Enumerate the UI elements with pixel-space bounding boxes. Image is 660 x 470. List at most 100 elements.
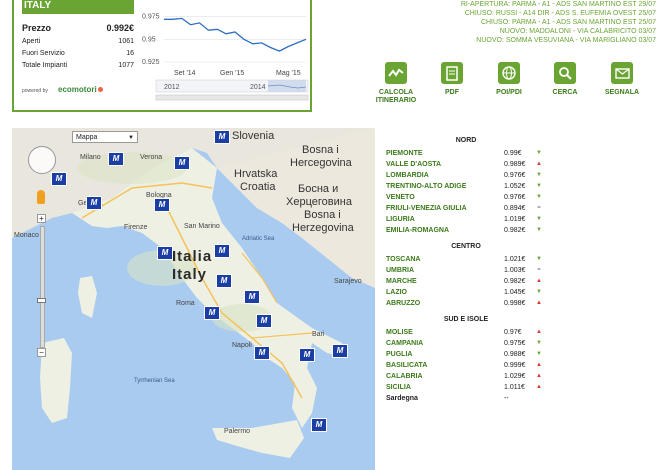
- station-marker[interactable]: M: [214, 130, 230, 144]
- price-row[interactable]: CAMPANIA 0.975€ ▼: [386, 338, 546, 349]
- ecomotori-logo[interactable]: ecomotori: [58, 85, 103, 94]
- price-chart[interactable]: 0.975 0.95 0.925 Set '14 Gen '15 Mag '15 201…: [140, 0, 310, 108]
- map-label: Херцеговина: [286, 196, 352, 208]
- pdf-icon: [441, 62, 463, 84]
- price-row[interactable]: TRENTINO-ALTO ADIGE 1.052€ ▼: [386, 181, 546, 192]
- region-name: BASILICATA: [386, 362, 428, 369]
- region-name: LIGURIA: [386, 216, 415, 223]
- map-label: Bosna i: [302, 144, 339, 156]
- region-price: 0.975€: [504, 340, 526, 347]
- station-marker[interactable]: M: [108, 152, 124, 166]
- price-row[interactable]: BASILICATA 0.999€ ▲: [386, 360, 546, 371]
- map-label: Herzegovina: [292, 222, 354, 234]
- notice-item[interactable]: RI-APERTURA: PARMA - A1 - ADS SAN MARTIN…: [386, 0, 656, 9]
- region-name: EMILIA-ROMAGNA: [386, 227, 449, 234]
- section-heading: NORD: [455, 137, 477, 144]
- price-row[interactable]: FRIULI-VENEZIA GIULIA 0.894€ =: [386, 203, 546, 214]
- price-row[interactable]: VALLE D'AOSTA 0.989€ ▲: [386, 159, 546, 170]
- action-label: CALCOLA ITINERARIO: [375, 89, 417, 104]
- notice-item[interactable]: CHIUSO: PARMA - A1 - ADS SAN MARTINO EST…: [386, 18, 656, 27]
- cerca-button[interactable]: CERCA: [535, 62, 595, 97]
- region-price: 1.003€: [504, 267, 526, 274]
- station-marker[interactable]: M: [204, 306, 220, 320]
- station-marker[interactable]: M: [299, 348, 315, 362]
- x-tick-label: Set '14: [174, 70, 196, 77]
- stat-value: 0.992€: [106, 23, 134, 33]
- zoom-out-button[interactable]: −: [37, 348, 46, 357]
- price-row[interactable]: Sardegna --: [386, 393, 546, 404]
- poi-pdi-button[interactable]: POI/PDI: [479, 62, 539, 97]
- route-icon: [385, 62, 407, 84]
- zoom-control: + −: [37, 214, 46, 360]
- chevron-down-icon: ▼: [128, 135, 134, 141]
- region-price: 0.894€: [504, 205, 526, 212]
- station-marker[interactable]: M: [332, 344, 348, 358]
- price-row[interactable]: PIEMONTE 0.99€ ▼: [386, 148, 546, 159]
- price-row[interactable]: ABRUZZO 0.998€ ▲: [386, 298, 546, 309]
- street-view-pegman-icon[interactable]: [37, 190, 45, 204]
- zoom-in-button[interactable]: +: [37, 214, 46, 223]
- notice-item[interactable]: NUOVO: MADDALONI - VIA CALABRICITO 03/07: [386, 27, 656, 36]
- envelope-icon: [611, 62, 633, 84]
- trend-up-icon: ▲: [536, 300, 542, 306]
- map-label: Adriatic Sea: [242, 236, 275, 242]
- map-label: Roma: [176, 300, 195, 307]
- region-name: CAMPANIA: [386, 340, 424, 347]
- price-row[interactable]: LAZIO 1.045€ ▼: [386, 287, 546, 298]
- price-row[interactable]: MARCHE 0.982€ ▲: [386, 276, 546, 287]
- price-row[interactable]: CALABRIA 1.029€ ▲: [386, 371, 546, 382]
- trend-down-icon: ▼: [536, 289, 542, 295]
- station-marker[interactable]: M: [244, 290, 260, 304]
- price-row[interactable]: PUGLIA 0.988€ ▼: [386, 349, 546, 360]
- price-row[interactable]: UMBRIA 1.003€ =: [386, 265, 546, 276]
- station-marker[interactable]: M: [86, 196, 102, 210]
- region-price: 0.989€: [504, 161, 526, 168]
- price-row[interactable]: LOMBARDIA 0.976€ ▼: [386, 170, 546, 181]
- price-row[interactable]: MOLISE 0.97€ ▲: [386, 327, 546, 338]
- chart-navigator[interactable]: 2012 2014: [155, 79, 309, 101]
- trend-down-icon: ▼: [536, 183, 542, 189]
- station-marker[interactable]: M: [256, 314, 272, 328]
- station-map[interactable]: Slovenia Hrvatska Croatia Bosna i Herceg…: [12, 128, 375, 470]
- stat-price: Prezzo 0.992€: [22, 22, 134, 36]
- map-label: Sarajevo: [334, 278, 362, 285]
- station-marker[interactable]: M: [216, 274, 232, 288]
- navigator-label: 2012: [164, 84, 180, 91]
- station-marker[interactable]: M: [311, 418, 327, 432]
- map-type-select[interactable]: Mappa ▼: [72, 131, 138, 143]
- region-price: 0.982€: [504, 227, 526, 234]
- price-row[interactable]: VENETO 0.976€ ▼: [386, 192, 546, 203]
- region-price: 1.052€: [504, 183, 526, 190]
- notice-item[interactable]: NUOVO: SOMMA VESUVIANA - VIA MARIGLIANO …: [386, 36, 656, 45]
- globe-icon: [498, 62, 520, 84]
- region-name: PIEMONTE: [386, 150, 423, 157]
- pdf-button[interactable]: PDF: [422, 62, 482, 97]
- pan-control-icon[interactable]: [28, 146, 56, 174]
- zoom-slider-handle[interactable]: [37, 298, 46, 303]
- action-label: POI/PDI: [496, 89, 522, 96]
- station-marker[interactable]: M: [154, 198, 170, 212]
- zoom-slider-track[interactable]: [40, 226, 45, 348]
- trend-down-icon: ▼: [536, 351, 542, 357]
- station-marker[interactable]: M: [174, 156, 190, 170]
- trend-up-icon: ▲: [536, 362, 542, 368]
- segnala-button[interactable]: SEGNALA: [592, 62, 652, 97]
- price-row[interactable]: TOSCANA 1.021€ ▼: [386, 254, 546, 265]
- price-series-line: [164, 17, 307, 52]
- stat-value: 1077: [118, 62, 134, 69]
- region-name: PUGLIA: [386, 351, 413, 358]
- calcola-itinerario-button[interactable]: CALCOLA ITINERARIO: [366, 62, 426, 105]
- station-marker[interactable]: M: [157, 246, 173, 260]
- notice-item[interactable]: CHIUSO: RUSSI - A14 DIR - ADS S. EUFEMIA…: [386, 9, 656, 18]
- chart-scrollbar[interactable]: [155, 94, 309, 101]
- price-row[interactable]: SICILIA 1.011€ ▲: [386, 382, 546, 393]
- station-marker[interactable]: M: [214, 244, 230, 258]
- region-price: 0.976€: [504, 172, 526, 179]
- trend-up-icon: ▲: [536, 373, 542, 379]
- price-row[interactable]: LIGURIA 1.019€ ▼: [386, 214, 546, 225]
- map-label: Bari: [312, 331, 325, 338]
- region-price: --: [504, 395, 509, 402]
- station-marker[interactable]: M: [51, 172, 67, 186]
- price-row[interactable]: EMILIA-ROMAGNA 0.982€ ▼: [386, 225, 546, 236]
- station-marker[interactable]: M: [254, 346, 270, 360]
